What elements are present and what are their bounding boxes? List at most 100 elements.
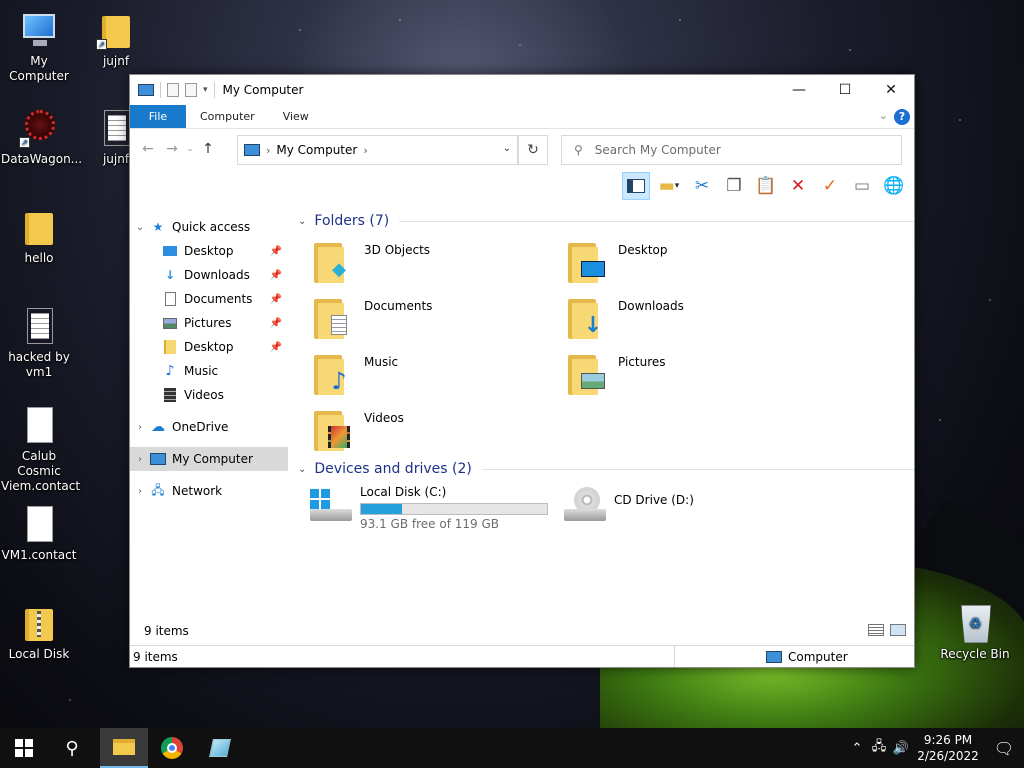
close-button[interactable]: ✕ bbox=[868, 75, 914, 105]
desktop-icon-my-computer[interactable]: My Computer bbox=[1, 10, 77, 84]
folder-item-music[interactable]: ♪ Music bbox=[314, 351, 554, 401]
desktop-icon-vm1-contact[interactable]: VM1.contact bbox=[1, 504, 77, 563]
rename-icon[interactable]: ▭ bbox=[848, 172, 876, 200]
nav-item-downloads[interactable]: ↓ Downloads 📌 bbox=[130, 263, 288, 287]
taskbar-app[interactable] bbox=[196, 728, 244, 768]
chevron-right-icon[interactable]: › bbox=[266, 144, 270, 157]
checkmark-icon[interactable]: ✓ bbox=[816, 172, 844, 200]
nav-onedrive[interactable]: › ☁ OneDrive bbox=[130, 415, 288, 439]
new-folder-dropdown-icon[interactable]: ▬ ▾ bbox=[654, 172, 684, 200]
nav-network[interactable]: › 🖧 Network bbox=[130, 479, 288, 503]
pictures-icon bbox=[568, 351, 608, 395]
new-folder-icon[interactable] bbox=[185, 83, 197, 97]
large-icons-view-icon[interactable] bbox=[890, 624, 906, 636]
volume-icon[interactable]: 🔊 bbox=[890, 741, 912, 756]
back-icon[interactable]: ← bbox=[136, 141, 160, 157]
pin-icon[interactable]: 📌 bbox=[270, 342, 282, 353]
recent-locations-icon[interactable]: ⌄ bbox=[184, 144, 196, 154]
nav-quick-access[interactable]: ⌄ ★ Quick access bbox=[130, 215, 288, 239]
expand-ribbon-icon[interactable]: ⌄ bbox=[879, 109, 888, 122]
folder-item-videos[interactable]: Videos bbox=[314, 407, 554, 457]
folder-item-desktop[interactable]: Desktop bbox=[568, 239, 808, 289]
explorer-window: ▾ My Computer — ☐ ✕ File Computer View ⌄… bbox=[129, 74, 915, 668]
search-input[interactable]: ⚲ Search My Computer bbox=[561, 135, 902, 165]
nav-label: My Computer bbox=[172, 452, 253, 466]
chevron-right-icon[interactable]: › bbox=[363, 144, 367, 157]
pin-icon[interactable]: 📌 bbox=[270, 246, 282, 257]
pin-icon[interactable]: 📌 bbox=[270, 318, 282, 329]
pin-icon[interactable]: 📌 bbox=[270, 270, 282, 281]
start-button[interactable] bbox=[0, 728, 48, 768]
tab-computer[interactable]: Computer bbox=[186, 105, 269, 128]
desktop-icon-datawagon[interactable]: ↗ DataWagon... bbox=[1, 108, 82, 167]
nav-item-documents[interactable]: Documents 📌 bbox=[130, 287, 288, 311]
delete-icon[interactable]: ✕ bbox=[784, 172, 812, 200]
network-icon[interactable]: 🖧 bbox=[868, 737, 890, 759]
chevron-down-icon[interactable]: ⌄ bbox=[503, 143, 511, 154]
drive-item-cd-drive[interactable]: CD Drive (D:) bbox=[562, 485, 694, 525]
tab-file[interactable]: File bbox=[130, 105, 186, 128]
folder-item-documents[interactable]: Documents bbox=[314, 295, 554, 345]
chevron-down-icon[interactable]: ⌄ bbox=[298, 216, 306, 227]
taskbar-file-explorer[interactable] bbox=[100, 728, 148, 768]
folder-item-3d-objects[interactable]: ◆ 3D Objects bbox=[314, 239, 554, 289]
desktop-icon bbox=[568, 239, 608, 283]
nav-label: Desktop bbox=[184, 340, 234, 354]
desktop-icon-recycle-bin[interactable]: ♻ Recycle Bin bbox=[937, 603, 1013, 662]
desktop-icon-hacked-by-vm1[interactable]: hacked by vm1 bbox=[1, 306, 77, 380]
tab-view[interactable]: View bbox=[269, 105, 323, 128]
nav-item-desktop[interactable]: Desktop 📌 bbox=[130, 239, 288, 263]
desktop-icon-label: Calub Cosmic Viem.contact bbox=[1, 449, 81, 493]
chevron-up-icon[interactable]: ⌃ bbox=[846, 741, 868, 756]
cut-icon[interactable]: ✂ bbox=[688, 172, 716, 200]
drive-item-local-disk[interactable]: Local Disk (C:) 93.1 GB free of 119 GB bbox=[308, 485, 548, 531]
details-view-icon[interactable] bbox=[868, 624, 884, 636]
notifications-icon[interactable]: 🗨 bbox=[984, 739, 1024, 758]
desktop-icon-local-disk[interactable]: Local Disk bbox=[1, 603, 77, 662]
folders-section-header[interactable]: ⌄ Folders (7) bbox=[294, 209, 914, 233]
address-bar[interactable]: › My Computer › ⌄ bbox=[237, 135, 518, 165]
title-bar[interactable]: ▾ My Computer — ☐ ✕ bbox=[130, 75, 914, 105]
app-shortcut-icon: ↗ bbox=[19, 108, 59, 148]
nav-label: Network bbox=[172, 484, 223, 498]
forward-icon[interactable]: → bbox=[160, 141, 184, 157]
nav-item-music[interactable]: ♪ Music bbox=[130, 359, 288, 383]
desktop-icon-calub-contact[interactable]: Calub Cosmic Viem.contact bbox=[1, 405, 81, 494]
hard-drive-icon bbox=[308, 485, 356, 525]
nav-item-pictures[interactable]: Pictures 📌 bbox=[130, 311, 288, 335]
help-icon[interactable]: ? bbox=[894, 109, 910, 125]
clock[interactable]: 9:26 PM 2/26/2022 bbox=[912, 732, 984, 764]
nav-my-computer[interactable]: › My Computer bbox=[130, 447, 288, 471]
desktop-icon-label: My Computer bbox=[9, 54, 69, 83]
preview-pane-icon[interactable] bbox=[622, 172, 650, 200]
chevron-right-icon[interactable]: › bbox=[130, 486, 150, 497]
chevron-right-icon[interactable]: › bbox=[130, 422, 150, 433]
globe-icon[interactable]: 🌐 bbox=[880, 172, 908, 200]
pin-icon[interactable]: 📌 bbox=[270, 294, 282, 305]
up-icon[interactable]: ↑ bbox=[196, 141, 220, 157]
chevron-right-icon[interactable]: › bbox=[130, 454, 150, 465]
desktop-icon-jujnf-folder[interactable]: ↗ jujnf bbox=[78, 10, 154, 69]
cd-drive-icon bbox=[562, 485, 610, 525]
minimize-button[interactable]: — bbox=[776, 75, 822, 105]
folder-icon bbox=[19, 207, 59, 247]
folder-item-downloads[interactable]: ↓ Downloads bbox=[568, 295, 808, 345]
nav-item-desktop-folder[interactable]: Desktop 📌 bbox=[130, 335, 288, 359]
folder-item-pictures[interactable]: Pictures bbox=[568, 351, 808, 401]
refresh-button[interactable]: ↻ bbox=[518, 135, 548, 165]
drive-free-space: 93.1 GB free of 119 GB bbox=[360, 517, 499, 531]
taskbar-chrome[interactable] bbox=[148, 728, 196, 768]
copy-icon[interactable]: ❐ bbox=[720, 172, 748, 200]
chevron-down-icon[interactable]: ⌄ bbox=[130, 222, 150, 233]
chevron-down-icon[interactable]: ⌄ bbox=[298, 464, 306, 475]
breadcrumb-location[interactable]: My Computer bbox=[276, 143, 357, 157]
devices-section-header[interactable]: ⌄ Devices and drives (2) bbox=[294, 457, 914, 481]
properties-icon[interactable] bbox=[167, 83, 179, 97]
search-button[interactable]: ⚲ bbox=[48, 728, 96, 768]
maximize-button[interactable]: ☐ bbox=[822, 75, 868, 105]
nav-item-videos[interactable]: Videos bbox=[130, 383, 288, 407]
customize-quick-access-icon[interactable]: ▾ bbox=[203, 85, 208, 95]
bottom-location: Computer bbox=[788, 649, 848, 664]
paste-icon[interactable]: 📋 bbox=[752, 172, 780, 200]
desktop-icon-hello[interactable]: hello bbox=[1, 207, 77, 266]
